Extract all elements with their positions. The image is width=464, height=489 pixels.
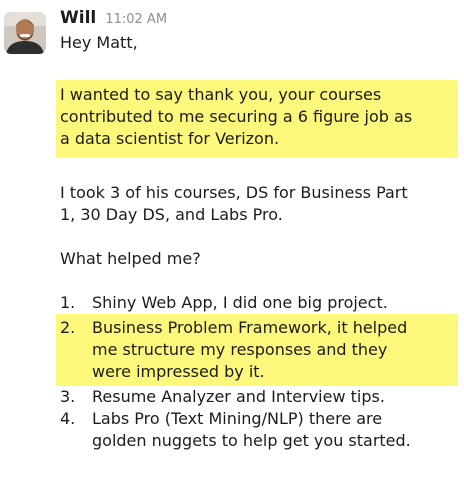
message-content: Will 11:02 AM Hey Matt, I wanted to say … — [56, 6, 460, 452]
list-item-text: were impressed by it. — [92, 362, 265, 381]
list-item: 1. Shiny Web App, I did one big project. — [60, 292, 460, 314]
list-item-text: Shiny Web App, I did one big project. — [92, 293, 388, 312]
list-item: 3. Resume Analyzer and Interview tips. — [60, 386, 460, 408]
message-header: Will 11:02 AM — [60, 6, 460, 30]
list-item-highlighted: 2. Business Problem Framework, it helped… — [56, 314, 458, 386]
list-number: 4. — [60, 409, 76, 428]
text-line: a data scientist for Verizon. — [60, 129, 280, 148]
list-number: 3. — [60, 387, 76, 406]
avatar[interactable] — [4, 12, 46, 54]
author-name[interactable]: Will — [60, 8, 96, 28]
message-timestamp[interactable]: 11:02 AM — [105, 12, 167, 27]
list-item-text: Business Problem Framework, it helped — [92, 318, 408, 337]
text-line: I wanted to say thank you, your courses — [60, 85, 382, 104]
numbered-list: 1. Shiny Web App, I did one big project.… — [56, 292, 460, 452]
text-line: contributed to me securing a 6 figure jo… — [60, 107, 413, 126]
list-number: 2. — [60, 318, 76, 337]
list-item-text: me structure my responses and they — [92, 340, 388, 359]
list-item-text: Resume Analyzer and Interview tips. — [92, 387, 385, 406]
text-line: I took 3 of his courses, DS for Business… — [60, 183, 408, 202]
question-line: What helped me? — [60, 249, 201, 268]
list-item-text: Labs Pro (Text Mining/NLP) there are — [92, 409, 383, 428]
greeting-line: Hey Matt, — [60, 33, 138, 52]
chat-message: Will 11:02 AM Hey Matt, I wanted to say … — [0, 0, 464, 489]
text-line: 1, 30 Day DS, and Labs Pro. — [60, 205, 283, 224]
courses-paragraph: I took 3 of his courses, DS for Business… — [60, 182, 460, 226]
list-item-text: golden nuggets to help get you started. — [92, 431, 411, 450]
list-number: 1. — [60, 293, 76, 312]
user-avatar-icon — [4, 12, 46, 54]
highlighted-paragraph: I wanted to say thank you, your courses … — [56, 80, 458, 158]
message-body: Hey Matt, I wanted to say thank you, you… — [56, 32, 460, 452]
list-item: 4. Labs Pro (Text Mining/NLP) there are … — [60, 408, 460, 452]
